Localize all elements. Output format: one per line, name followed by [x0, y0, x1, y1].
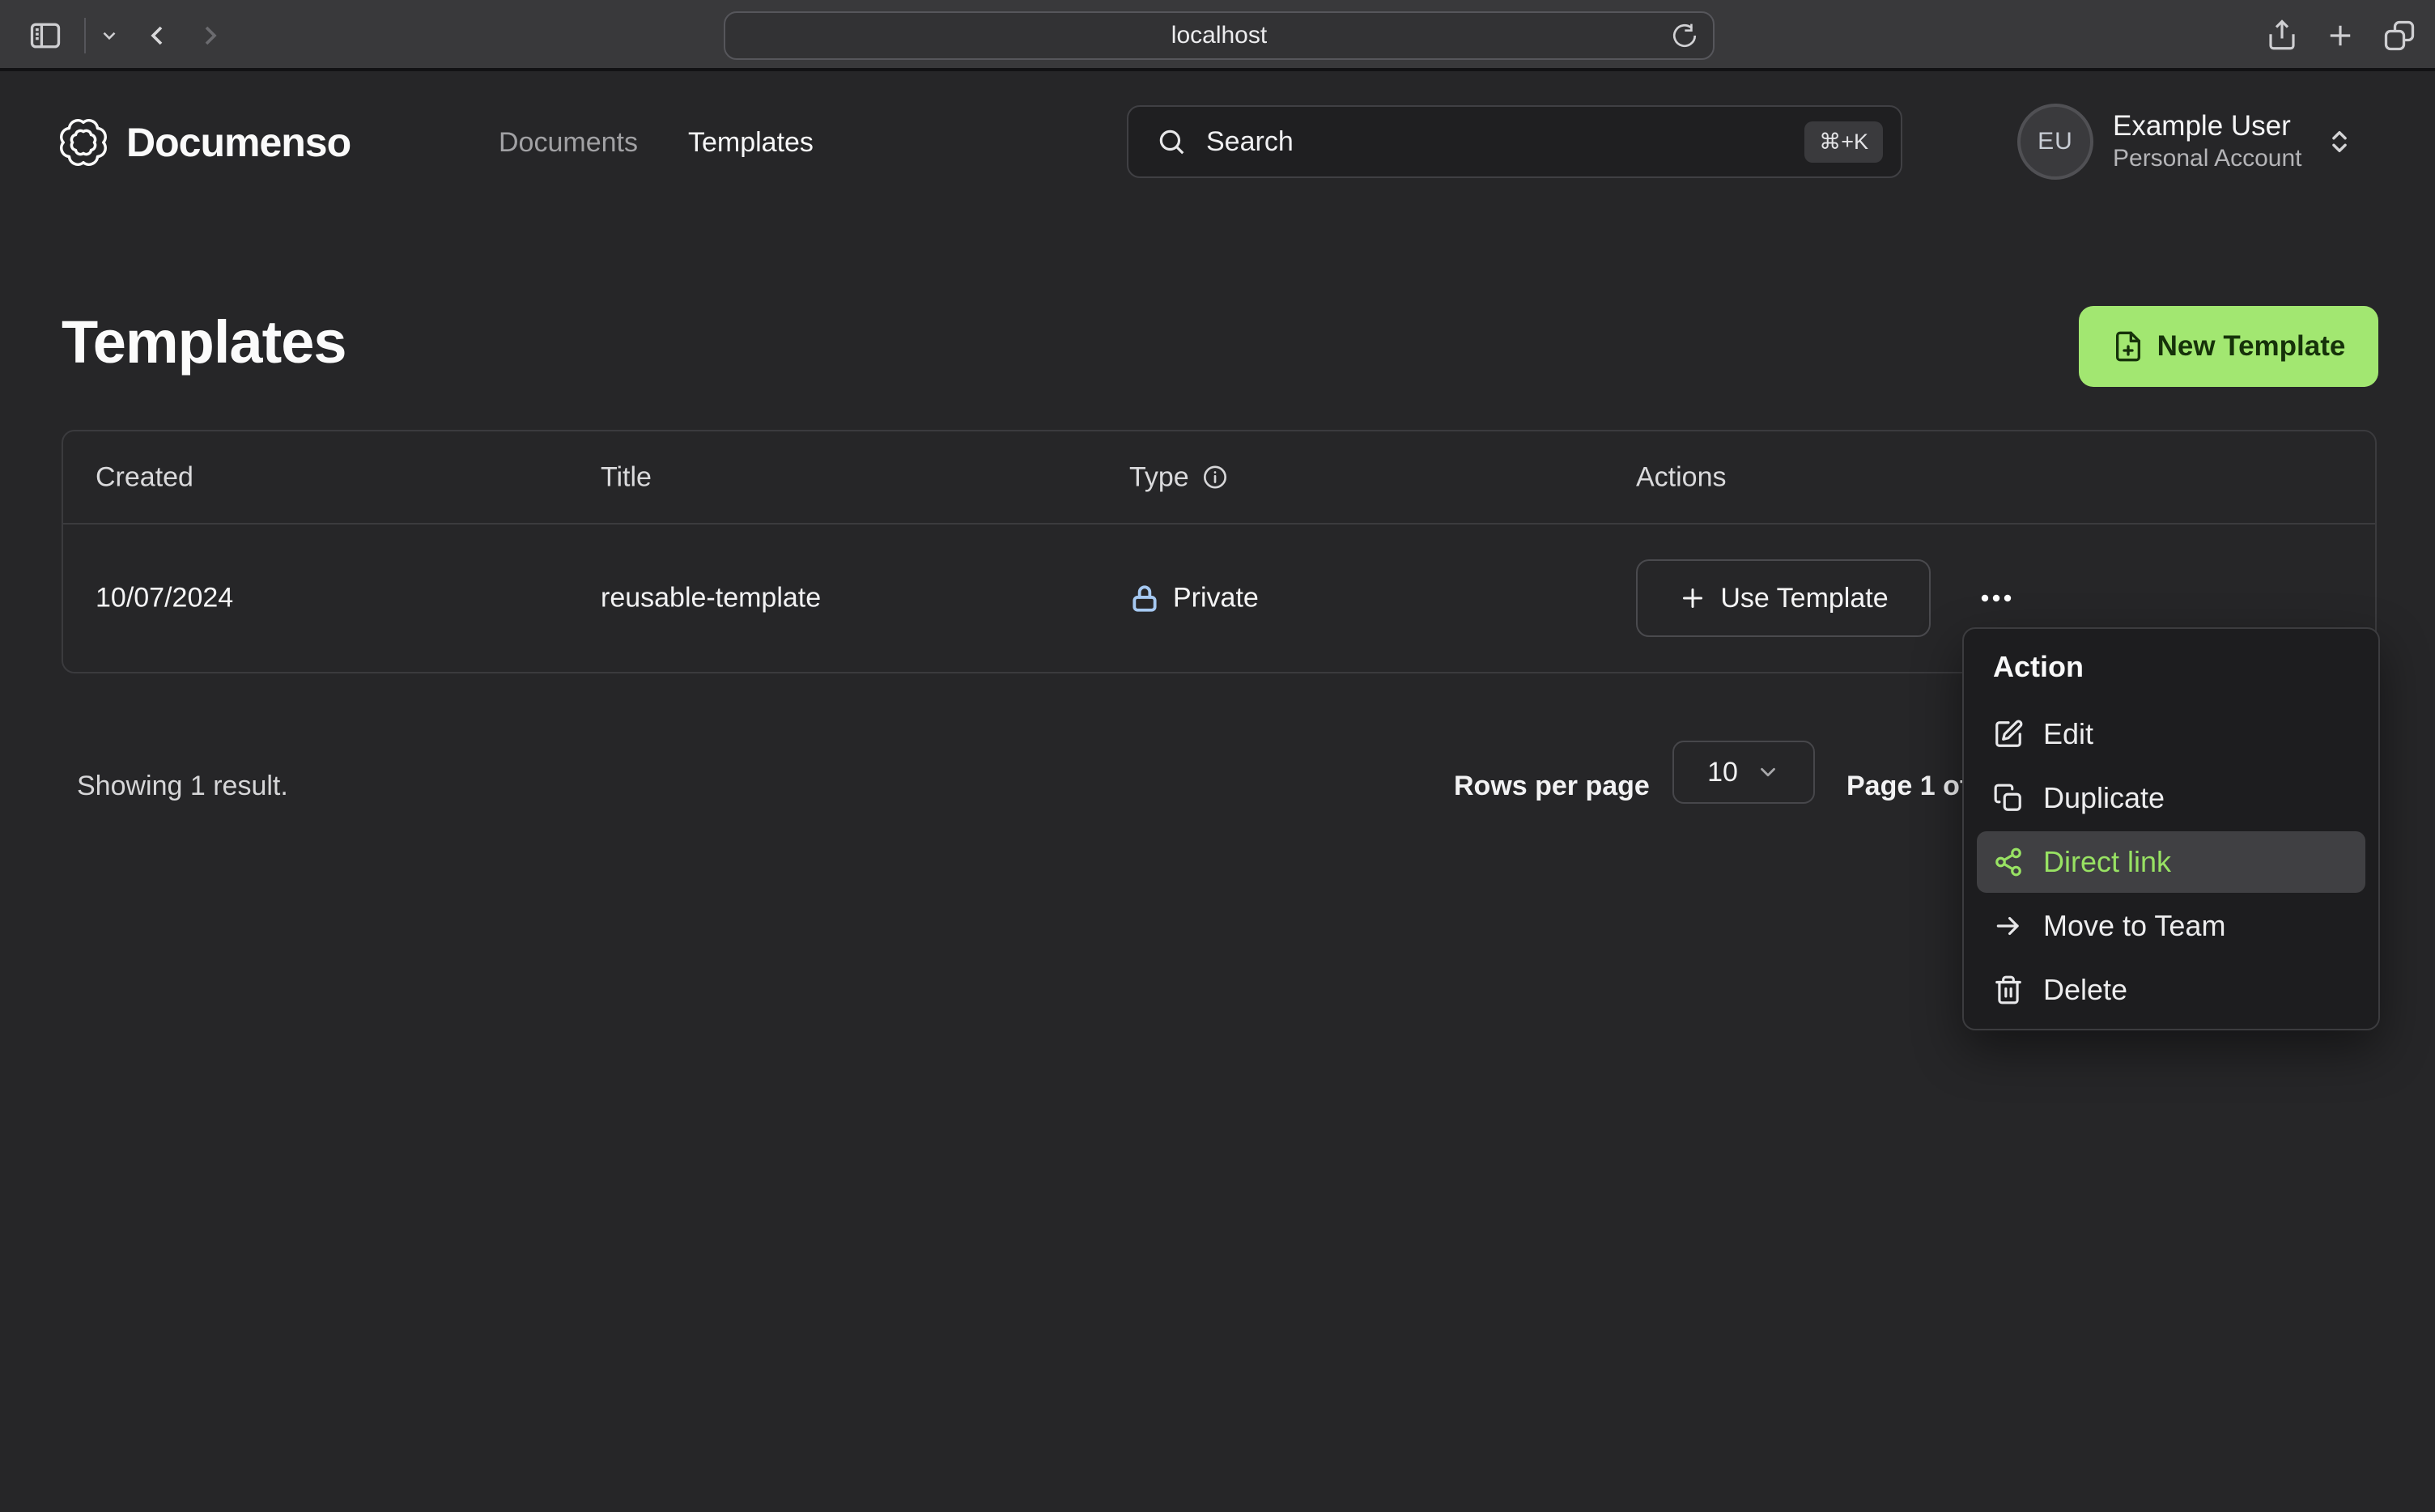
- plus-icon: [1678, 584, 1707, 613]
- menu-item-label: Move to Team: [2043, 909, 2226, 942]
- rows-per-page-select[interactable]: 10: [1672, 741, 1815, 804]
- ellipsis-icon: [1981, 594, 2012, 602]
- row-actions-ellipsis-button[interactable]: [1960, 570, 2033, 626]
- page-title: Templates: [62, 308, 347, 376]
- avatar: EU: [2017, 104, 2093, 180]
- row-type-label: Private: [1173, 582, 1259, 614]
- brand[interactable]: Documenso: [57, 115, 351, 170]
- nav-documents[interactable]: Documents: [499, 127, 638, 159]
- screen: localhost Documenso Documents Templates …: [0, 0, 2435, 1512]
- menu-item-label: Direct link: [2043, 845, 2172, 878]
- menu-item-direct-link[interactable]: Direct link: [1977, 831, 2365, 893]
- share-icon[interactable]: [2265, 19, 2299, 53]
- column-header-actions: Actions: [1636, 461, 1727, 492]
- reload-icon[interactable]: [1671, 22, 1698, 49]
- new-tab-plus-icon[interactable]: [2323, 19, 2357, 53]
- share-network-icon: [1993, 847, 2024, 877]
- edit-pencil-icon: [1993, 719, 2024, 750]
- row-created-cell: 10/07/2024: [96, 582, 234, 614]
- new-template-button[interactable]: New Template: [2079, 306, 2378, 387]
- lock-icon: [1129, 583, 1160, 614]
- column-header-created: Created: [96, 461, 193, 492]
- use-template-label: Use Template: [1720, 582, 1889, 614]
- account-name: Example User: [2113, 110, 2291, 142]
- column-header-title: Title: [601, 461, 652, 492]
- toolbar-divider: [84, 18, 86, 53]
- row-title-cell[interactable]: reusable-template: [601, 583, 821, 614]
- account-type: Personal Account: [2113, 145, 2302, 172]
- trash-icon: [1993, 975, 2024, 1005]
- menu-item-delete[interactable]: Delete: [1977, 959, 2365, 1021]
- forward-button-icon: [194, 19, 227, 52]
- search-placeholder: Search: [1206, 125, 1294, 157]
- menu-item-edit[interactable]: Edit: [1977, 703, 2365, 765]
- results-summary: Showing 1 result.: [77, 771, 288, 801]
- browser-toolbar: localhost: [0, 0, 2435, 71]
- row-actions-menu: Action Edit Duplicate Direct link Move t…: [1962, 627, 2380, 1030]
- search-icon: [1156, 126, 1187, 157]
- table-header-row: Created Title Type Actions: [63, 431, 2375, 525]
- nav-templates[interactable]: Templates: [688, 127, 814, 159]
- info-icon[interactable]: [1202, 465, 1228, 491]
- account-menu-trigger[interactable]: EU Example User Personal Account: [2017, 104, 2353, 180]
- arrow-right-icon: [1993, 911, 2024, 941]
- chevrons-up-down-icon: [2326, 128, 2353, 155]
- search-input[interactable]: Search ⌘+K: [1127, 105, 1902, 178]
- file-plus-icon: [2112, 330, 2144, 363]
- documenso-logo-icon: [57, 116, 110, 169]
- chevron-down-icon: [1756, 760, 1780, 784]
- main-nav: Documents Templates: [499, 115, 814, 170]
- sidebar-chevron-down-icon[interactable]: [99, 25, 120, 46]
- new-template-label: New Template: [2157, 330, 2346, 362]
- address-bar[interactable]: localhost: [724, 11, 1715, 60]
- menu-item-duplicate[interactable]: Duplicate: [1977, 767, 2365, 829]
- rows-per-page-label: Rows per page: [1454, 771, 1650, 801]
- menu-item-label: Edit: [2043, 717, 2094, 750]
- menu-item-label: Delete: [2043, 973, 2128, 1006]
- address-bar-url: localhost: [1171, 22, 1268, 49]
- menu-item-label: Duplicate: [2043, 781, 2165, 814]
- tab-overview-icon[interactable]: [2382, 18, 2417, 53]
- back-button-icon[interactable]: [141, 19, 173, 52]
- search-shortcut-badge: ⌘+K: [1804, 121, 1883, 163]
- column-header-type: Type: [1129, 461, 1228, 493]
- row-type-cell: Private: [1129, 583, 1259, 614]
- copy-icon: [1993, 783, 2024, 813]
- use-template-button[interactable]: Use Template: [1636, 559, 1931, 637]
- brand-name: Documenso: [126, 120, 351, 165]
- menu-label: Action: [1993, 650, 2084, 683]
- menu-item-move-to-team[interactable]: Move to Team: [1977, 895, 2365, 957]
- rows-per-page-value: 10: [1707, 756, 1738, 788]
- sidebar-icon[interactable]: [28, 18, 63, 53]
